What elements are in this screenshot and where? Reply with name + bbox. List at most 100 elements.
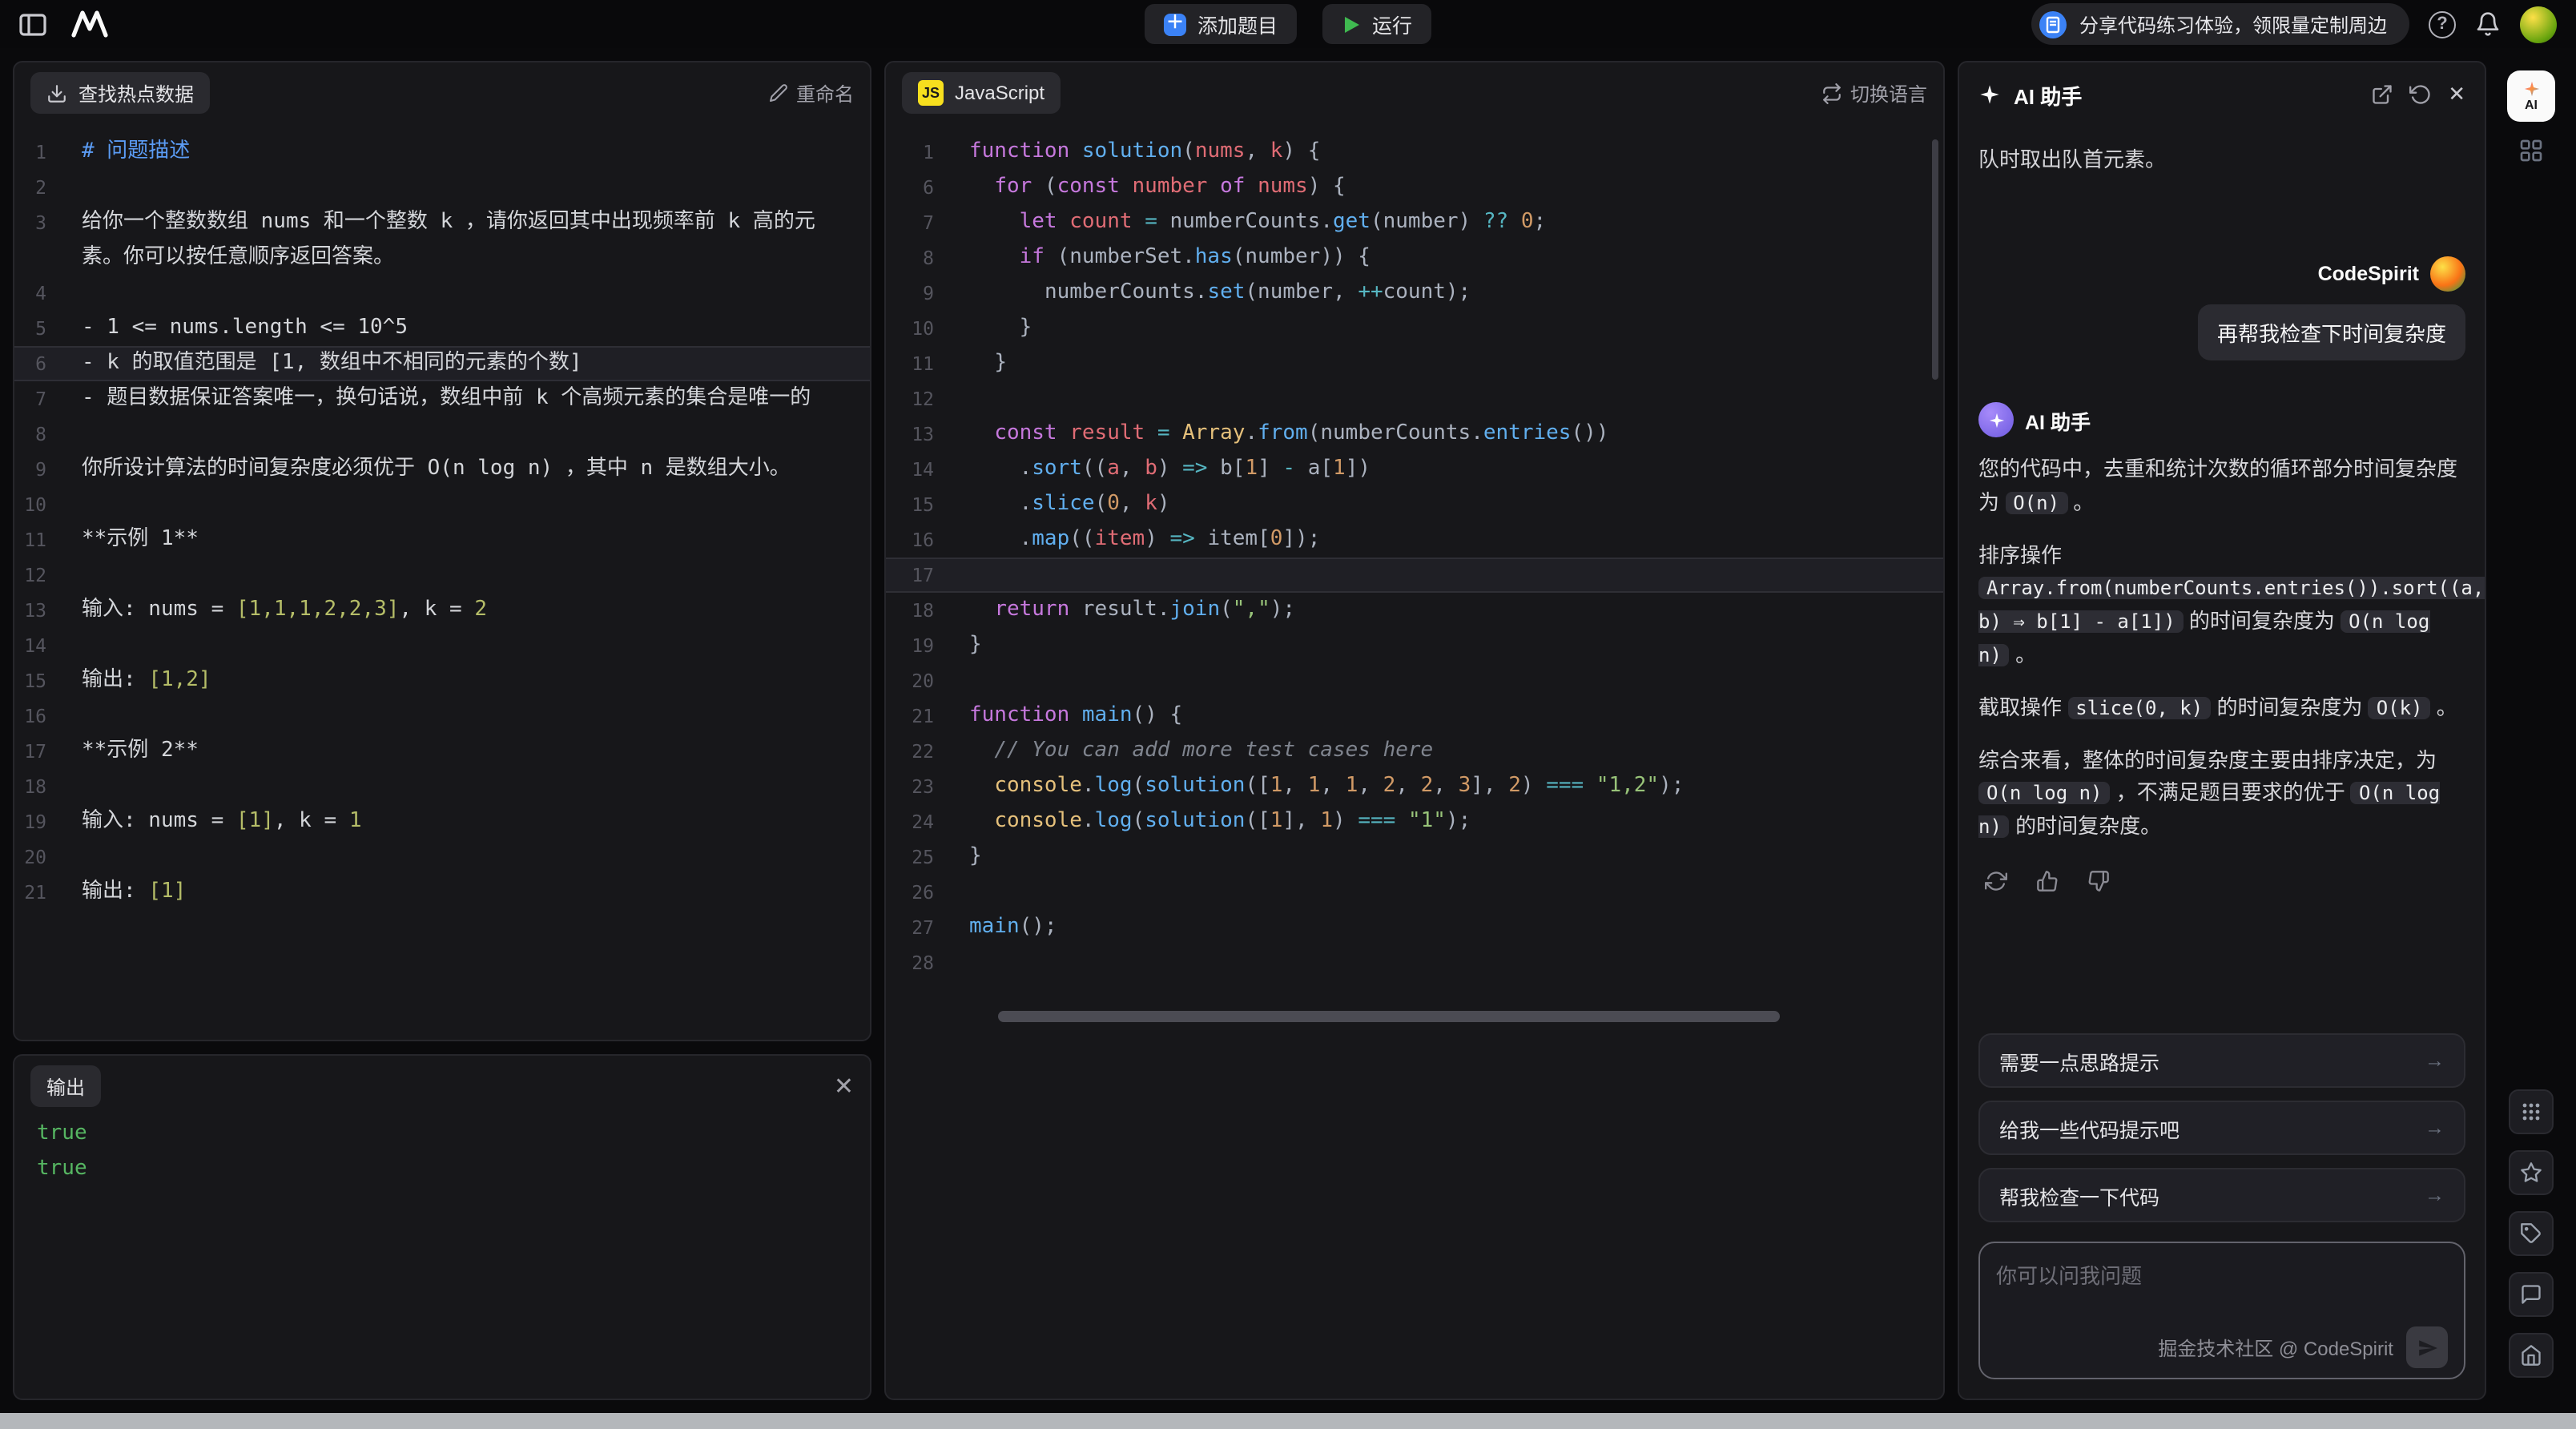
editor-line[interactable]: 19输入: nums = [1], k = 1 — [14, 804, 870, 839]
ai-close-icon[interactable]: ✕ — [2448, 82, 2465, 107]
line-content[interactable]: for (const number of nums) { — [969, 170, 1943, 205]
line-content[interactable] — [969, 663, 1943, 698]
line-content[interactable]: 输入: nums = [1], k = 1 — [82, 804, 870, 839]
regenerate-icon[interactable] — [1978, 863, 2014, 899]
add-problem-button[interactable]: ＋ 添加题目 — [1145, 4, 1297, 44]
editor-line[interactable]: 13输入: nums = [1,1,1,2,2,3], k = 2 — [14, 593, 870, 628]
line-content[interactable] — [82, 698, 870, 734]
line-content[interactable] — [82, 839, 870, 875]
output-tab[interactable]: 输出 — [30, 1065, 101, 1107]
help-icon[interactable]: ? — [2429, 10, 2456, 38]
editor-line[interactable]: 1# 问题描述 — [14, 135, 870, 170]
editor-line[interactable]: 9 numberCounts.set(number, ++count); — [886, 276, 1943, 311]
editor-line[interactable]: 19} — [886, 628, 1943, 663]
find-hot-data-button[interactable]: 查找热点数据 — [30, 72, 210, 114]
editor-line[interactable]: 14 — [14, 628, 870, 663]
editor-line[interactable]: 27main(); — [886, 910, 1943, 945]
line-content[interactable]: **示例 1** — [82, 522, 870, 558]
line-content[interactable]: main(); — [969, 910, 1943, 945]
editor-line[interactable]: 23 console.log(solution([1, 1, 1, 2, 2, … — [886, 769, 1943, 804]
editor-line[interactable]: 14 .sort((a, b) => b[1] - a[1]) — [886, 452, 1943, 487]
editor-line[interactable]: 9你所设计算法的时间复杂度必须优于 O(n log n) ，其中 n 是数组大小… — [14, 452, 870, 487]
switch-language-button[interactable]: 切换语言 — [1821, 79, 1927, 107]
horizontal-scrollbar[interactable] — [998, 1011, 1781, 1022]
line-content[interactable]: numberCounts.set(number, ++count); — [969, 276, 1943, 311]
editor-line[interactable]: 8 if (numberSet.has(number)) { — [886, 240, 1943, 276]
line-content[interactable]: console.log(solution([1, 1, 1, 2, 2, 3],… — [969, 769, 1943, 804]
line-content[interactable]: 给你一个整数数组 nums 和一个整数 k ，请你返回其中出现频率前 k 高的元… — [82, 205, 870, 276]
editor-line[interactable]: 12 — [14, 558, 870, 593]
editor-line[interactable]: 28 — [886, 945, 1943, 980]
line-content[interactable] — [82, 558, 870, 593]
editor-line[interactable]: 11 } — [886, 346, 1943, 381]
line-content[interactable]: // You can add more test cases here — [969, 734, 1943, 769]
editor-line[interactable]: 13 const result = Array.from(numberCount… — [886, 417, 1943, 452]
line-content[interactable]: .slice(0, k) — [969, 487, 1943, 522]
line-content[interactable]: 输入: nums = [1,1,1,2,2,3], k = 2 — [82, 593, 870, 628]
editor-line[interactable]: 5- 1 <= nums.length <= 10^5 — [14, 311, 870, 346]
editor-line[interactable]: 8 — [14, 417, 870, 452]
suggestion-button[interactable]: 需要一点思路提示→ — [1978, 1033, 2465, 1088]
line-content[interactable]: # 问题描述 — [82, 135, 870, 170]
line-content[interactable] — [82, 417, 870, 452]
popout-icon[interactable] — [2371, 83, 2393, 106]
thumbs-up-icon[interactable] — [2030, 863, 2065, 899]
line-content[interactable]: function main() { — [969, 698, 1943, 734]
line-content[interactable]: console.log(solution([1], 1) === "1"); — [969, 804, 1943, 839]
line-content[interactable]: } — [969, 628, 1943, 663]
line-content[interactable]: function solution(nums, k) { — [969, 135, 1943, 170]
editor-line[interactable]: 20 — [886, 663, 1943, 698]
editor-line[interactable]: 1function solution(nums, k) { — [886, 135, 1943, 170]
line-content[interactable] — [969, 381, 1943, 417]
editor-line[interactable]: 21输出: [1] — [14, 875, 870, 910]
language-tab[interactable]: JS JavaScript — [902, 72, 1061, 114]
suggestion-button[interactable]: 给我一些代码提示吧→ — [1978, 1101, 2465, 1155]
editor-line[interactable]: 2 — [14, 170, 870, 205]
line-content[interactable]: - 题目数据保证答案唯一，换句话说，数组中前 k 个高频元素的集合是唯一的 — [82, 381, 870, 417]
editor-line[interactable]: 6- k 的取值范围是 [1, 数组中不相同的元素的个数] — [14, 346, 870, 381]
line-content[interactable]: - k 的取值范围是 [1, 数组中不相同的元素的个数] — [82, 346, 870, 381]
editor-line[interactable]: 15 .slice(0, k) — [886, 487, 1943, 522]
editor-line[interactable]: 26 — [886, 875, 1943, 910]
editor-line[interactable]: 25} — [886, 839, 1943, 875]
user-avatar[interactable] — [2520, 6, 2557, 42]
editor-line[interactable]: 21function main() { — [886, 698, 1943, 734]
line-content[interactable]: **示例 2** — [82, 734, 870, 769]
line-content[interactable] — [82, 487, 870, 522]
line-content[interactable] — [969, 945, 1943, 980]
editor-line[interactable]: 16 — [14, 698, 870, 734]
problem-editor[interactable]: 1# 问题描述23给你一个整数数组 nums 和一个整数 k ，请你返回其中出现… — [14, 123, 870, 921]
line-content[interactable]: 输出: [1] — [82, 875, 870, 910]
line-content[interactable]: 你所设计算法的时间复杂度必须优于 O(n log n) ，其中 n 是数组大小。 — [82, 452, 870, 487]
line-content[interactable] — [969, 558, 1943, 593]
rename-button[interactable]: 重命名 — [769, 79, 854, 107]
app-logo[interactable] — [69, 10, 111, 38]
line-content[interactable] — [82, 769, 870, 804]
editor-line[interactable]: 7 let count = numberCounts.get(number) ?… — [886, 205, 1943, 240]
line-content[interactable]: 输出: [1,2] — [82, 663, 870, 698]
editor-line[interactable]: 4 — [14, 276, 870, 311]
editor-line[interactable]: 20 — [14, 839, 870, 875]
editor-line[interactable]: 17**示例 2** — [14, 734, 870, 769]
thumbs-down-icon[interactable] — [2081, 863, 2116, 899]
editor-line[interactable]: 7- 题目数据保证答案唯一，换句话说，数组中前 k 个高频元素的集合是唯一的 — [14, 381, 870, 417]
editor-line[interactable]: 16 .map((item) => item[0]); — [886, 522, 1943, 558]
drag-handle-icon[interactable] — [2509, 1089, 2554, 1134]
editor-line[interactable]: 15输出: [1,2] — [14, 663, 870, 698]
line-content[interactable]: .map((item) => item[0]); — [969, 522, 1943, 558]
editor-line[interactable]: 24 console.log(solution([1], 1) === "1")… — [886, 804, 1943, 839]
editor-line[interactable]: 11**示例 1** — [14, 522, 870, 558]
line-content[interactable]: if (numberSet.has(number)) { — [969, 240, 1943, 276]
ai-launcher-button[interactable]: AI — [2507, 70, 2555, 122]
run-button[interactable]: 运行 — [1322, 4, 1431, 44]
line-content[interactable]: } — [969, 311, 1943, 346]
editor-line[interactable]: 3给你一个整数数组 nums 和一个整数 k ，请你返回其中出现频率前 k 高的… — [14, 205, 870, 276]
editor-line[interactable]: 10 — [14, 487, 870, 522]
line-content[interactable] — [82, 170, 870, 205]
editor-line[interactable]: 18 — [14, 769, 870, 804]
editor-line[interactable]: 6 for (const number of nums) { — [886, 170, 1943, 205]
line-content[interactable]: let count = numberCounts.get(number) ?? … — [969, 205, 1943, 240]
line-content[interactable]: } — [969, 839, 1943, 875]
code-editor[interactable]: 1function solution(nums, k) {6 for (cons… — [886, 123, 1943, 992]
history-icon[interactable] — [2409, 83, 2432, 106]
